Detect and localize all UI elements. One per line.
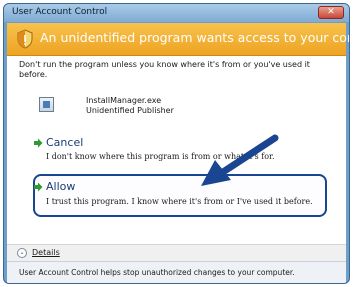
program-name: InstallManager.exe (86, 96, 162, 105)
allow-option-description[interactable]: I trust this program. I know where it's … (46, 197, 313, 206)
pointer-arrow-icon (201, 134, 279, 186)
dialog-body: Don't run the program unless you know wh… (7, 56, 346, 244)
chevron-down-icon[interactable]: ⌄ (17, 248, 27, 258)
allow-arrow-icon (34, 182, 43, 192)
details-link[interactable]: Details (32, 248, 60, 257)
allow-option-label[interactable]: Allow (46, 180, 75, 193)
banner-heading: An unidentified program wants access to … (40, 30, 349, 45)
footer-text: User Account Control helps stop unauthor… (19, 268, 295, 277)
cancel-option-label[interactable]: Cancel (46, 136, 83, 149)
cancel-arrow-icon (34, 138, 43, 148)
warning-text: Don't run the program unless you know wh… (19, 60, 310, 79)
allow-option-highlight[interactable] (33, 174, 327, 217)
footer: User Account Control helps stop unauthor… (7, 261, 346, 283)
window-title: User Account Control (12, 7, 108, 17)
program-icon (39, 97, 54, 112)
program-publisher: Unidentified Publisher (86, 106, 174, 115)
close-button[interactable]: ✕ (318, 6, 344, 19)
uac-dialog: User Account Control ✕ An unidentified p… (3, 3, 350, 284)
warning-banner: An unidentified program wants access to … (7, 23, 349, 56)
title-bar: User Account Control ✕ (4, 4, 349, 22)
shield-icon (17, 29, 33, 49)
details-row: ⌄ Details (7, 244, 346, 262)
